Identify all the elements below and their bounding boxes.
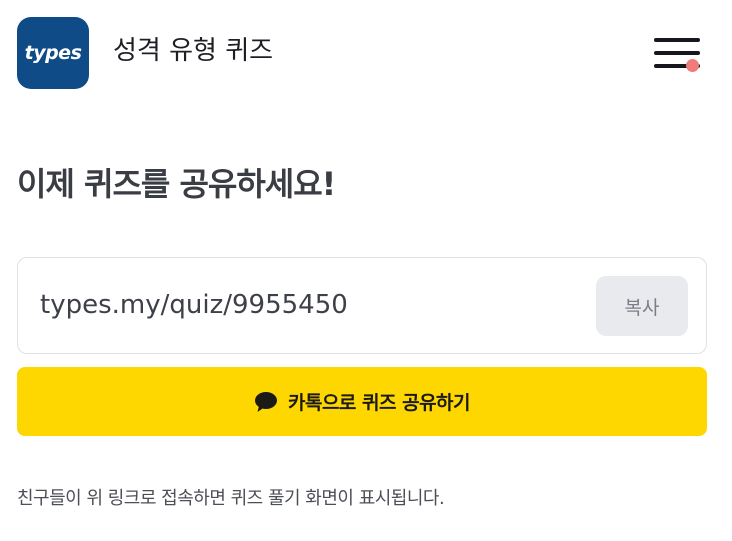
share-link-text[interactable]: types.my/quiz/9955450 (40, 287, 348, 323)
app-title: 성격 유형 퀴즈 (113, 36, 274, 66)
page-heading: 이제 퀴즈를 공유하세요! (17, 165, 336, 203)
copy-button[interactable]: 복사 (596, 276, 688, 336)
speech-bubble-icon (254, 391, 277, 412)
header: types 성격 유형 퀴즈 (0, 0, 732, 110)
share-link-box: types.my/quiz/9955450 복사 (17, 257, 707, 354)
app-logo[interactable]: types (17, 17, 89, 89)
share-note: 친구들이 위 링크로 접속하면 퀴즈 풀기 화면이 표시됩니다. (17, 488, 445, 509)
menu-button[interactable] (648, 32, 706, 78)
logo-text: types (24, 42, 82, 64)
notification-dot (686, 59, 699, 72)
kakao-share-button[interactable]: 카톡으로 퀴즈 공유하기 (17, 367, 707, 436)
kakao-share-label: 카톡으로 퀴즈 공유하기 (287, 392, 471, 414)
